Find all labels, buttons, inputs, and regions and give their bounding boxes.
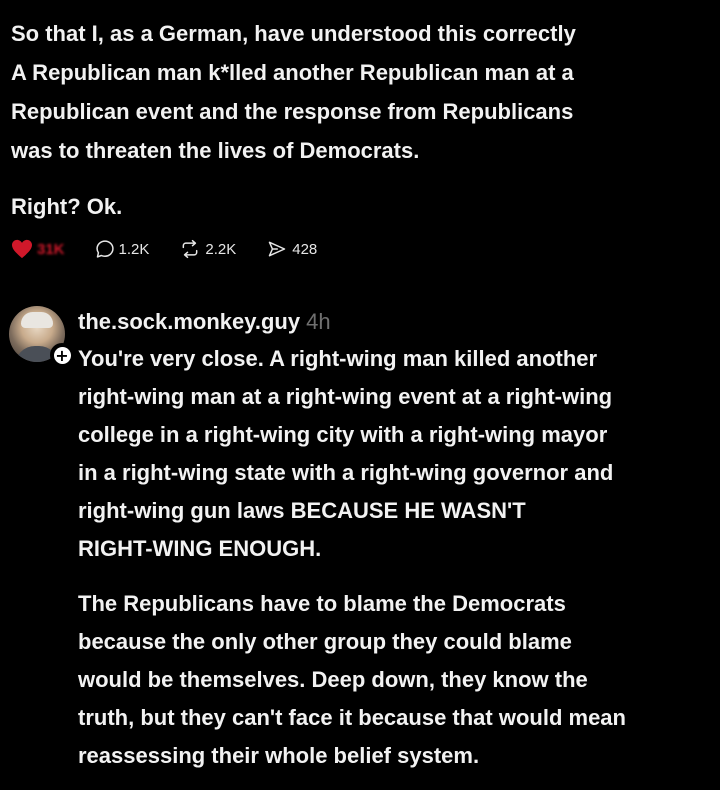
reply: the.sock.monkey.guy 4h You're very close.… [78,304,718,775]
share-button[interactable]: 428 [266,239,317,259]
repost-count: 2.2K [205,240,237,258]
post-closing-line: Right? Ok. [11,194,123,219]
comment-icon [95,240,114,258]
repost-icon [182,239,198,259]
timestamp: 4h [306,309,331,334]
comment-count: 1.2K [118,240,150,258]
reply-text-line: would be themselves. Deep down, they kno… [78,667,588,692]
post-text-line: So that I, as a German, have understood … [11,21,576,46]
reply-text-line: in a right-wing state with a right-wing … [78,460,614,485]
reply-text-line: RIGHT-WING ENOUGH. [78,536,322,561]
share-icon [269,241,286,257]
share-count: 428 [292,240,318,258]
follow-button[interactable]: + [50,343,74,367]
reply-text-line: right-wing man at a right-wing event at … [78,384,613,409]
like-count: 31K [37,240,65,258]
reply-text-line: college in a right-wing city with a righ… [78,422,608,447]
comment-button[interactable]: 1.2K [95,239,150,259]
reply-text-line: truth, but they can't face it because th… [78,705,626,730]
reply-text-line: reassessing their whole belief system. [78,743,480,768]
heart-icon [12,239,32,259]
like-button[interactable]: 31K [11,239,65,259]
post-body: So that I, as a German, have understood … [11,14,711,226]
follow-plus-icon: + [53,345,71,365]
reply-text-line: right-wing gun laws BECAUSE HE WASN'T [78,498,526,523]
post-action-bar: 31K 1.2K 2.2K 428 [11,234,347,264]
post-text-line: Republican event and the response from R… [11,99,574,124]
repost-button[interactable]: 2.2K [179,239,236,259]
reply-text-line: The Republicans have to blame the Democr… [78,591,566,616]
reply-text-line: because the only other group they could … [78,629,572,654]
avatar-hair [21,312,53,328]
username[interactable]: the.sock.monkey.guy [78,309,300,334]
post-text-line: A Republican man k*lled another Republic… [11,60,574,85]
post-text-line: was to threaten the lives of Democrats. [11,138,420,163]
reply-header: the.sock.monkey.guy 4h [78,304,718,340]
reply-text-line: You're very close. A right-wing man kill… [78,346,598,371]
